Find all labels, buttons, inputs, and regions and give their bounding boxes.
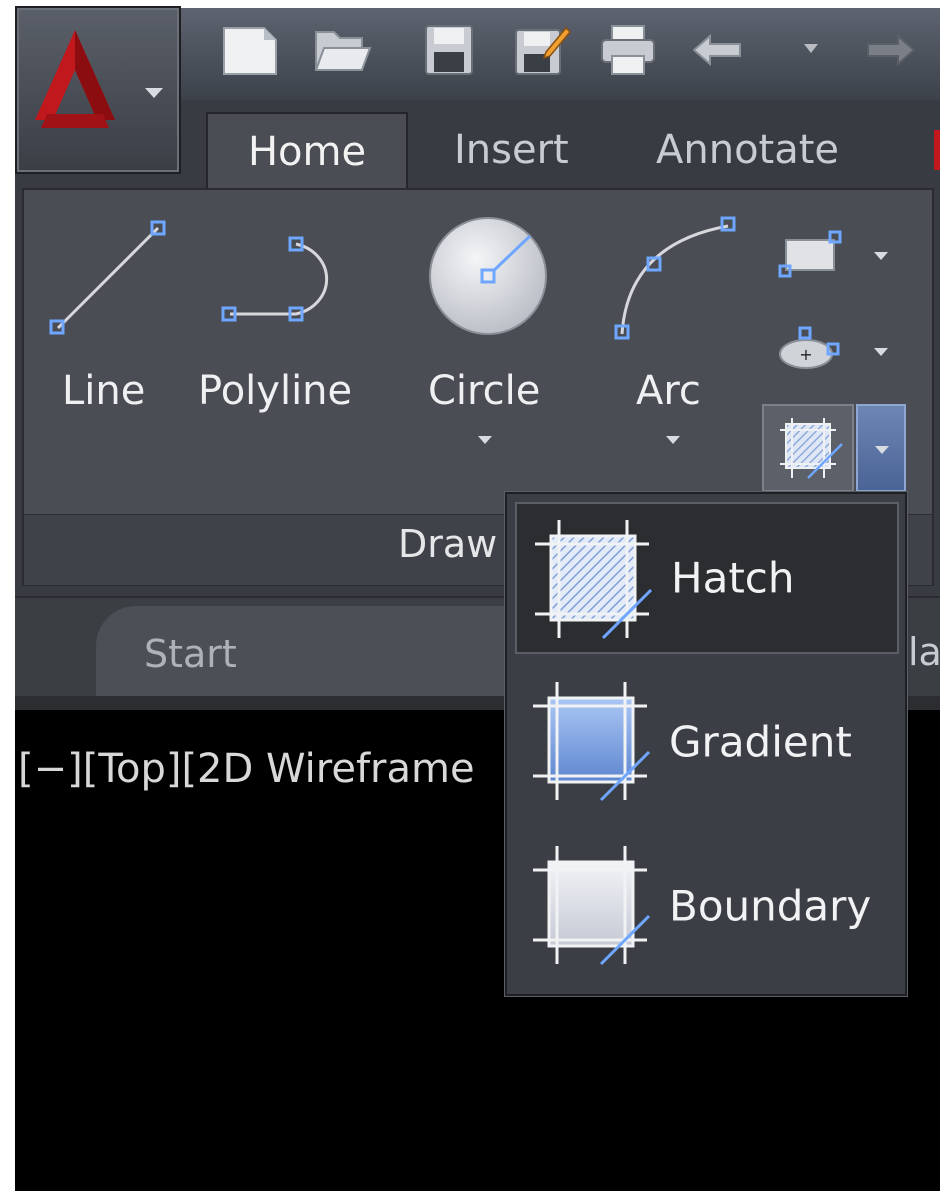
polyline-tool-label: Polyline <box>198 368 353 414</box>
circle-tool-icon[interactable] <box>426 214 550 338</box>
hatch-icon <box>535 520 653 640</box>
print-icon[interactable] <box>598 22 658 78</box>
arc-tool-label: Arc <box>636 368 701 414</box>
line-tool-label: Line <box>62 368 146 414</box>
gradient-icon <box>533 682 651 802</box>
autocad-logo-icon <box>35 30 163 128</box>
draw-panel-title: Draw <box>398 522 498 566</box>
undo-dropdown-icon[interactable] <box>804 44 818 54</box>
menu-item-hatch[interactable]: Hatch <box>515 502 899 654</box>
hatch-dropdown-arrow-icon <box>875 446 889 454</box>
hatch-small-icon <box>780 418 843 479</box>
drawing-tab-peek[interactable]: la <box>908 630 940 674</box>
arc-tool-icon[interactable] <box>608 214 740 344</box>
gradient-label: Gradient <box>669 717 852 767</box>
menu-item-gradient[interactable]: Gradient <box>515 666 899 818</box>
app-menu-dropdown-icon <box>145 88 163 98</box>
tab-insert[interactable]: Insert <box>454 112 569 188</box>
save-icon[interactable] <box>420 22 480 78</box>
save-as-icon[interactable] <box>512 22 572 78</box>
application-menu-button[interactable] <box>15 6 181 174</box>
hatch-label: Hatch <box>671 553 795 603</box>
hatch-dropdown-arrow[interactable] <box>856 404 906 492</box>
tab-overflow-marker <box>934 130 940 170</box>
circle-tool-label: Circle <box>428 368 541 414</box>
redo-icon[interactable] <box>858 22 918 78</box>
ellipse-dropdown-icon[interactable] <box>874 348 888 356</box>
svg-text:+: + <box>799 345 812 364</box>
hatch-dropdown-menu: Hatch Gradient Boundary <box>505 492 907 996</box>
open-folder-icon[interactable] <box>312 22 372 78</box>
viewport-controls-label[interactable]: [−][Top][2D Wireframe <box>18 746 475 792</box>
tab-annotate[interactable]: Annotate <box>656 112 839 188</box>
rectangle-dropdown-icon[interactable] <box>874 252 888 260</box>
undo-icon[interactable] <box>690 22 750 78</box>
new-file-icon[interactable] <box>220 22 280 78</box>
line-tool-icon[interactable] <box>46 216 170 340</box>
circle-dropdown-icon[interactable] <box>478 436 492 444</box>
menu-item-boundary[interactable]: Boundary <box>515 830 899 982</box>
polyline-tool-icon[interactable] <box>218 232 352 328</box>
start-tab-label: Start <box>144 632 237 676</box>
ellipse-tool-icon[interactable]: + <box>776 324 846 374</box>
boundary-icon <box>533 846 651 966</box>
hatch-split-button[interactable] <box>762 404 854 492</box>
boundary-label: Boundary <box>669 881 872 931</box>
tab-home[interactable]: Home <box>206 112 408 188</box>
rectangle-tool-icon[interactable] <box>776 228 846 282</box>
arc-dropdown-icon[interactable] <box>666 436 680 444</box>
